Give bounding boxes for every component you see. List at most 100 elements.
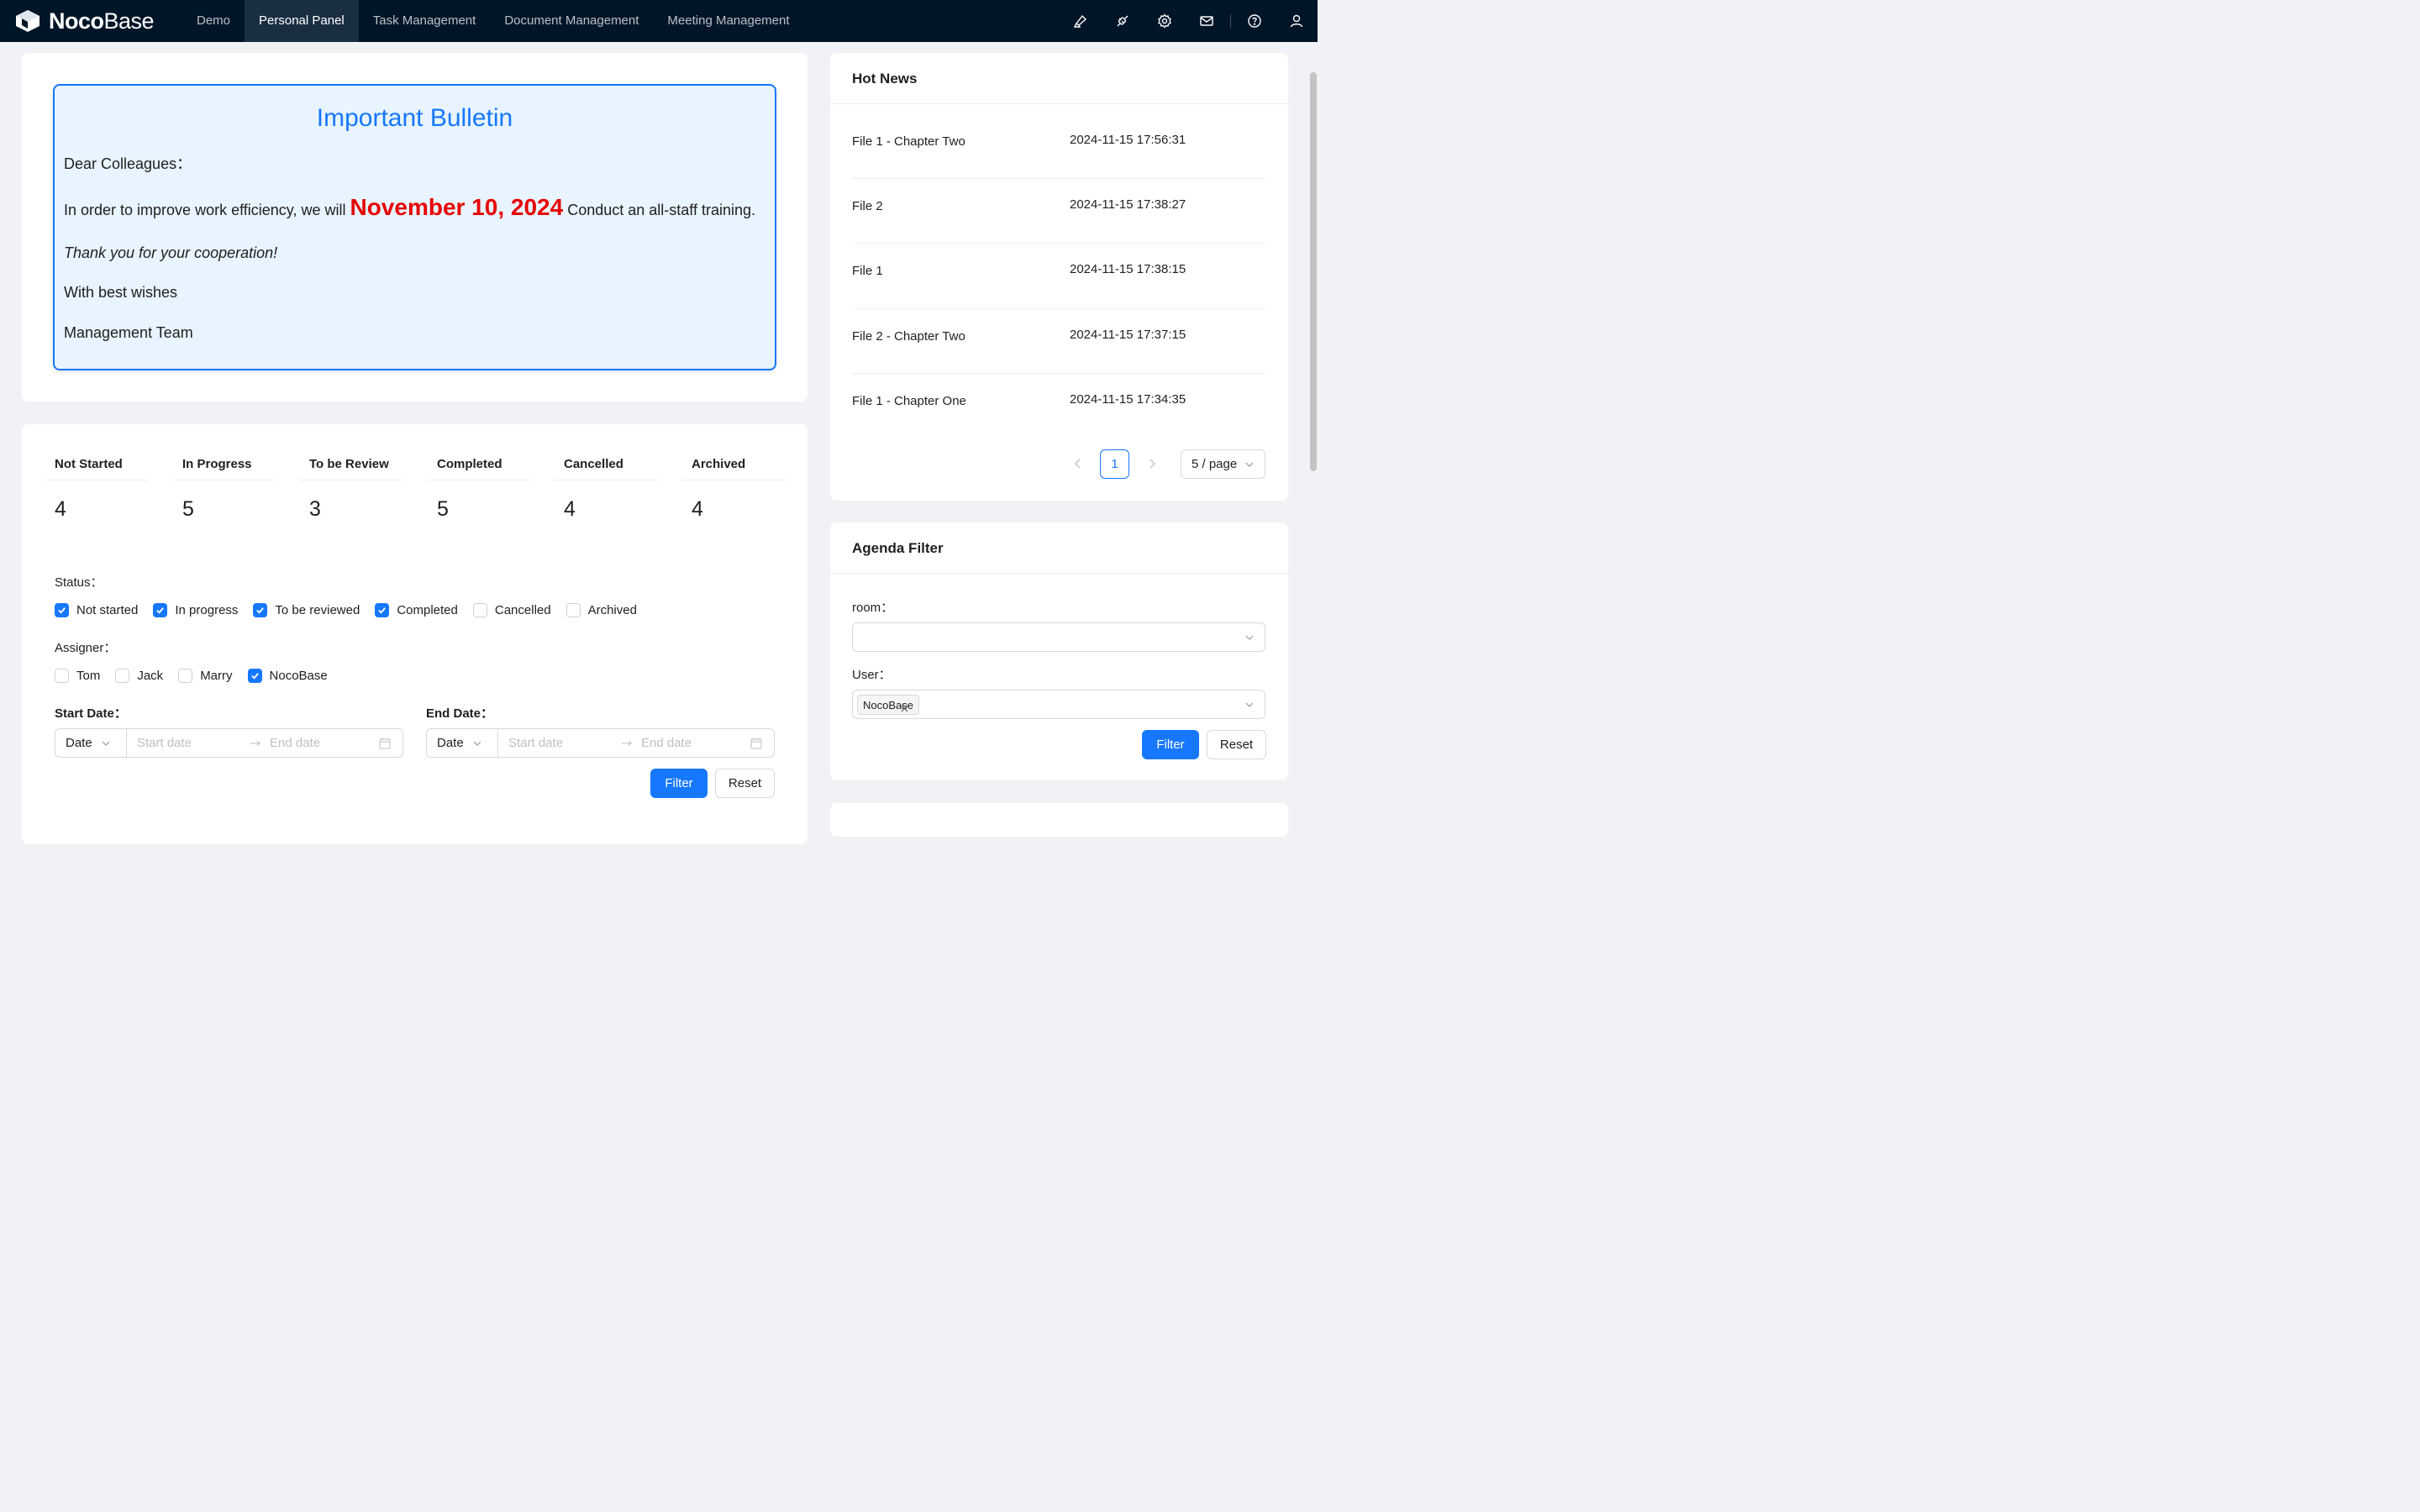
checkbox-checked-icon[interactable]	[375, 603, 390, 617]
plugin-icon[interactable]	[1102, 0, 1144, 42]
checkbox-not-started[interactable]: Not started	[55, 603, 138, 617]
assigner-checkbox-group: Tom Jack Marry NocoBase	[55, 669, 343, 683]
picker-type-value: Date	[437, 736, 464, 750]
nav-meeting-management[interactable]: Meeting Management	[653, 0, 803, 42]
checkbox-tom[interactable]: Tom	[55, 669, 100, 683]
checkbox-nocobase[interactable]: NocoBase	[247, 669, 328, 683]
news-item[interactable]: File 2 2024-11-15 17:38:27	[852, 179, 1265, 244]
news-title[interactable]: File 2	[852, 199, 883, 213]
agenda-reset-button[interactable]: Reset	[1207, 730, 1266, 759]
checkbox-archived[interactable]: Archived	[566, 603, 637, 617]
status-label: Status：	[55, 575, 103, 590]
card-header-divider	[830, 573, 1288, 574]
pagination-page[interactable]: 1	[1100, 449, 1129, 479]
room-label: room：	[852, 601, 894, 615]
start-date-input[interactable]: Start date	[508, 736, 609, 750]
bulletin-announcement: In order to improve work efficiency, we …	[64, 194, 755, 221]
arrow-right-icon	[621, 740, 633, 746]
end-date-range-picker[interactable]: Date Start date End date	[426, 728, 775, 758]
news-title[interactable]: File 1 - Chapter One	[852, 394, 966, 408]
chevron-down-icon	[473, 741, 481, 746]
nav-task-management[interactable]: Task Management	[359, 0, 491, 42]
highlighter-icon[interactable]	[1060, 0, 1102, 42]
news-timestamp: 2024-11-15 17:34:35	[1070, 392, 1186, 407]
agenda-filter-button[interactable]: Filter	[1142, 730, 1199, 759]
calendar-icon	[750, 738, 762, 748]
hot-news-title: Hot News	[852, 71, 918, 87]
news-item[interactable]: File 1 2024-11-15 17:38:15	[852, 244, 1265, 308]
news-title[interactable]: File 2 - Chapter Two	[852, 329, 965, 344]
checkbox-marry[interactable]: Marry	[178, 669, 233, 683]
checkbox-label: NocoBase	[269, 669, 328, 683]
checkbox-cancelled[interactable]: Cancelled	[472, 603, 551, 617]
end-date-input[interactable]: End date	[270, 736, 371, 750]
logo[interactable]: NocoBase	[14, 0, 182, 42]
nav-personal-panel[interactable]: Personal Panel	[245, 0, 359, 42]
stat-value: 5	[437, 497, 449, 521]
stat-value: 4	[692, 497, 703, 521]
checkbox-label: In progress	[175, 603, 239, 617]
pagination-next-icon[interactable]	[1148, 459, 1156, 469]
news-timestamp: 2024-11-15 17:37:15	[1070, 328, 1186, 342]
stat-in-progress: In Progress 5	[171, 457, 276, 522]
gear-icon[interactable]	[1144, 0, 1186, 42]
stat-completed: Completed 5	[426, 457, 531, 522]
bulletin-signature: Management Team	[64, 324, 193, 341]
nav-document-management[interactable]: Document Management	[490, 0, 653, 42]
chevron-down-icon	[102, 741, 110, 746]
close-icon[interactable]	[901, 705, 908, 712]
checkbox-unchecked-icon[interactable]	[566, 603, 581, 617]
stat-not-started: Not Started 4	[44, 457, 149, 522]
checkbox-unchecked-icon[interactable]	[178, 669, 193, 683]
checkbox-completed[interactable]: Completed	[375, 603, 458, 617]
checkbox-label: Cancelled	[494, 603, 551, 617]
scrollbar-thumb[interactable]	[1310, 72, 1317, 471]
mail-icon[interactable]	[1186, 0, 1228, 42]
header-actions	[1060, 0, 1318, 42]
checkbox-checked-icon[interactable]	[253, 603, 268, 617]
stat-title: To be Review	[298, 457, 403, 480]
help-icon[interactable]	[1234, 0, 1276, 42]
main-menu: Demo Personal Panel Task Management Docu…	[182, 0, 804, 42]
checkbox-checked-icon[interactable]	[55, 603, 69, 617]
start-date-range-picker[interactable]: Date Start date End date	[55, 728, 403, 758]
picker-type-select[interactable]: Date	[55, 729, 127, 757]
card-header-divider	[830, 103, 1288, 104]
chevron-down-icon	[1245, 635, 1254, 640]
news-item[interactable]: File 1 - Chapter One 2024-11-15 17:34:35	[852, 374, 1265, 438]
checkbox-unchecked-icon[interactable]	[115, 669, 130, 683]
news-title[interactable]: File 1 - Chapter Two	[852, 134, 965, 149]
room-select[interactable]	[852, 622, 1265, 652]
news-item[interactable]: File 1 - Chapter Two 2024-11-15 17:56:31	[852, 114, 1265, 179]
news-title[interactable]: File 1	[852, 264, 883, 278]
checkbox-checked-icon[interactable]	[247, 669, 262, 683]
important-bulletin: Important Bulletin Dear Colleagues： In o…	[53, 84, 776, 370]
picker-type-value: Date	[66, 736, 92, 750]
checkbox-unchecked-icon[interactable]	[55, 669, 69, 683]
bulletin-thanks: Thank you for your cooperation!	[64, 244, 278, 261]
status-checkbox-group: Not started In progress To be reviewed C…	[55, 603, 652, 617]
end-date-label: End Date：	[426, 706, 494, 721]
picker-type-select[interactable]: Date	[427, 729, 498, 757]
task-filter-button[interactable]: Filter	[650, 769, 708, 798]
stat-archived: Archived 4	[681, 457, 786, 522]
agenda-filter-title: Agenda Filter	[852, 540, 944, 556]
checkbox-checked-icon[interactable]	[153, 603, 168, 617]
start-date-input[interactable]: Start date	[137, 736, 238, 750]
stat-title: Cancelled	[553, 457, 658, 480]
pagination-prev-icon[interactable]	[1074, 459, 1082, 469]
arrow-right-icon	[250, 740, 261, 746]
user-select[interactable]: NocoBase	[852, 690, 1265, 719]
checkbox-unchecked-icon[interactable]	[472, 603, 487, 617]
checkbox-to-be-reviewed[interactable]: To be reviewed	[253, 603, 360, 617]
news-timestamp: 2024-11-15 17:56:31	[1070, 133, 1186, 147]
end-date-input[interactable]: End date	[641, 736, 742, 750]
task-reset-button[interactable]: Reset	[715, 769, 775, 798]
page-size-select[interactable]: 5 / page	[1181, 449, 1265, 479]
user-icon[interactable]	[1276, 0, 1318, 42]
checkbox-in-progress[interactable]: In progress	[153, 603, 238, 617]
checkbox-jack[interactable]: Jack	[115, 669, 163, 683]
user-label: User：	[852, 668, 892, 682]
news-item[interactable]: File 2 - Chapter Two 2024-11-15 17:37:15	[852, 309, 1265, 374]
nav-demo[interactable]: Demo	[182, 0, 245, 42]
